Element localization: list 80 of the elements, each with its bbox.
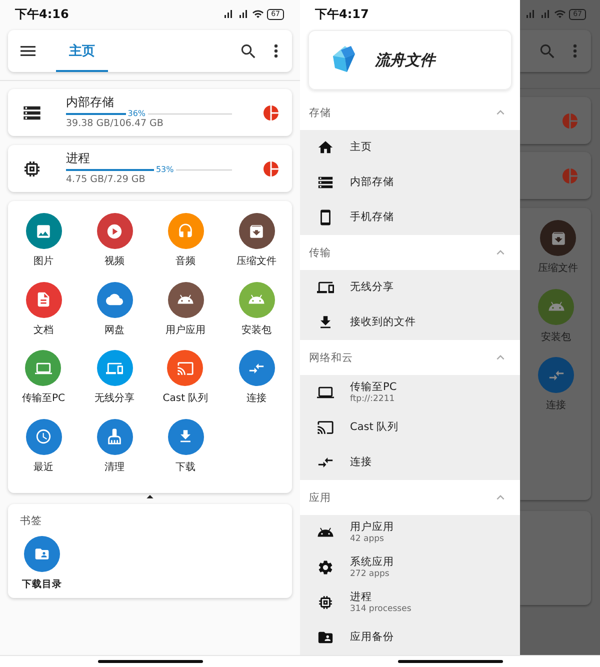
- shortcut[interactable]: 连接: [238, 350, 274, 405]
- item-label: 系统应用: [350, 556, 394, 568]
- item-label: 用户应用: [350, 520, 394, 534]
- pie-chart-icon: [561, 112, 579, 130]
- shortcut[interactable]: 最近: [26, 418, 62, 474]
- shortcut[interactable]: 压缩文件: [236, 213, 276, 268]
- drawer-item[interactable]: 接收到的文件: [300, 305, 520, 340]
- memory-icon: [22, 158, 42, 178]
- shortcut[interactable]: 图片: [26, 213, 62, 268]
- shortcut[interactable]: 清理: [96, 418, 132, 474]
- drawer-item[interactable]: Cast 队列: [300, 410, 520, 445]
- storage-name: 内部存储: [66, 95, 115, 109]
- shortcut[interactable]: 下载: [168, 418, 204, 474]
- item-label: 接收到的文件: [350, 316, 416, 329]
- shortcut[interactable]: 视频: [96, 213, 132, 268]
- storage-card[interactable]: 内部存储 36% 39.38 GB/106.47 GB: [8, 89, 292, 136]
- search-icon: [538, 42, 557, 60]
- storage-name: 进程: [66, 151, 91, 165]
- item-subtitle: 272 apps: [350, 568, 390, 580]
- signal-icon: [524, 8, 536, 20]
- search-button[interactable]: [239, 42, 258, 60]
- drawer-item[interactable]: 连接: [300, 445, 520, 480]
- status-time: 下午4:16: [15, 6, 69, 22]
- shortcut[interactable]: 无线分享: [94, 350, 134, 405]
- item-label: 内部存储: [350, 176, 394, 189]
- drawer-item[interactable]: 应用备份: [300, 620, 520, 655]
- shortcut[interactable]: 用户应用: [166, 282, 206, 336]
- more-button[interactable]: [274, 44, 278, 58]
- pie-chart-icon: [561, 166, 579, 184]
- drawer-item[interactable]: 手机存储: [300, 200, 520, 235]
- devices-icon: [316, 279, 334, 296]
- drawer-item[interactable]: 用户应用 42 apps: [300, 515, 520, 550]
- drawer-item[interactable]: 内部存储: [300, 165, 520, 200]
- pie-chart-icon: [262, 104, 280, 122]
- shortcut[interactable]: 音频: [168, 213, 204, 268]
- wifi-icon: [554, 8, 566, 20]
- app-name: 流舟文件: [375, 50, 435, 70]
- usage-percent: 53%: [154, 165, 176, 174]
- wifi-icon: [252, 8, 264, 20]
- item-subtitle: 42 apps: [350, 534, 385, 544]
- usage-text: 4.75 GB/7.29 GB: [66, 174, 146, 186]
- usage-percent: 36%: [126, 109, 148, 118]
- signal-icon: [237, 8, 250, 20]
- drawer-item[interactable]: 系统应用 272 apps: [300, 550, 520, 585]
- section-title: 书签: [20, 514, 43, 528]
- item-subtitle: ftp://:2211: [350, 394, 396, 404]
- storage-card[interactable]: 进程 53% 4.75 GB/7.29 GB: [8, 145, 292, 192]
- shortcut[interactable]: 传输至PC: [22, 350, 65, 405]
- home-icon: [316, 139, 334, 156]
- item-label: 主页: [350, 141, 372, 154]
- usage-text: 39.38 GB/106.47 GB: [66, 118, 164, 130]
- pie-chart-icon: [262, 160, 280, 178]
- more-icon: [573, 44, 577, 58]
- item-label: 进程: [350, 590, 373, 604]
- shortcut[interactable]: Cast 队列: [162, 350, 208, 405]
- storage-icon: [316, 174, 334, 191]
- bookmark[interactable]: 下载目录: [20, 536, 64, 591]
- memory-icon: [316, 594, 334, 611]
- gear-icon: [316, 559, 334, 576]
- shortcut[interactable]: 网盘: [96, 282, 132, 336]
- drawer-item[interactable]: 进程 314 processes: [300, 585, 520, 620]
- item-label: 手机存储: [350, 211, 394, 224]
- item-label: 连接: [350, 456, 372, 469]
- status-time: 下午4:17: [315, 6, 369, 22]
- cast-icon: [316, 419, 334, 436]
- item-label: 应用备份: [350, 631, 394, 644]
- shortcut[interactable]: 文档: [26, 282, 62, 336]
- laptop-icon: [316, 384, 334, 401]
- drawer-item[interactable]: 无线分享: [300, 270, 520, 305]
- item-label: 传输至PC: [350, 380, 397, 394]
- signal-icon: [539, 8, 552, 20]
- item-label: Cast 队列: [350, 421, 399, 434]
- drawer-item[interactable]: 主页: [300, 130, 520, 165]
- drawer-item[interactable]: 传输至PC ftp://:2211: [300, 375, 520, 410]
- item-label: 无线分享: [350, 281, 394, 294]
- signal-icon: [222, 8, 234, 20]
- tab[interactable]: 主页: [56, 30, 108, 72]
- item-subtitle: 314 processes: [350, 604, 412, 614]
- shortcut[interactable]: 安装包: [238, 282, 274, 336]
- folder-icon: [316, 629, 334, 646]
